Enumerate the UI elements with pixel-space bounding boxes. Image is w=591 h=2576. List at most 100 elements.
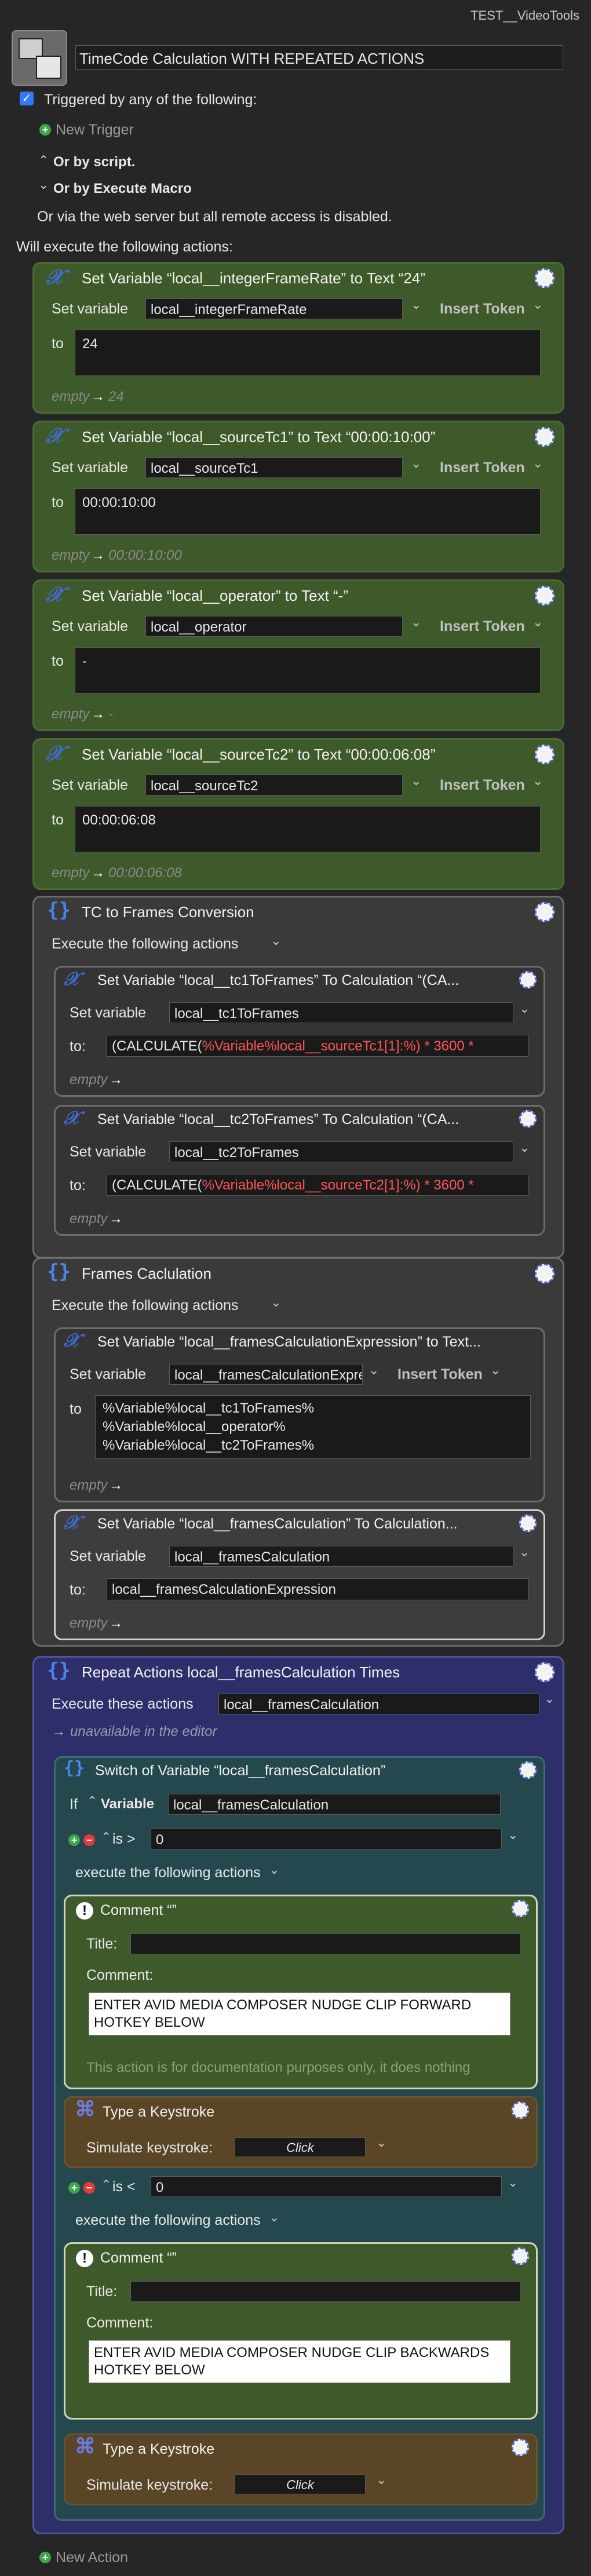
- chevron-down-icon[interactable]: ⌄: [532, 297, 543, 312]
- chevron-down-icon[interactable]: ⌄: [376, 2135, 386, 2150]
- chevron-down-icon[interactable]: ⌄: [411, 297, 421, 312]
- chevron-down-icon[interactable]: ⌄: [490, 1363, 501, 1378]
- insert-token-button[interactable]: Insert Token: [397, 1366, 483, 1383]
- new-action-button[interactable]: New Action: [56, 2549, 128, 2566]
- comment-title-field[interactable]: [130, 2281, 521, 2302]
- add-case-icon[interactable]: +: [68, 2182, 80, 2194]
- chevron-down-icon[interactable]: ⌄: [519, 1545, 530, 1560]
- action-set-variable-4[interactable]: 𝒳 Set Variable “local__sourceTc2” to Tex…: [32, 738, 564, 890]
- calculation-field[interactable]: (CALCULATE(%Variable%local__sourceTc1[1]…: [107, 1035, 528, 1057]
- group-tc-to-frames[interactable]: {} TC to Frames Conversion Execute the f…: [32, 896, 564, 1258]
- case-operator[interactable]: is >: [112, 1831, 136, 1848]
- comment-action-2[interactable]: ! Comment “” Title: Comment: ENTER AVID …: [64, 2242, 538, 2420]
- chevron-down-icon[interactable]: ⌄: [269, 1862, 279, 1877]
- group-frames-calculation[interactable]: {} Frames Caclulation Execute the follow…: [32, 1257, 564, 1647]
- gear-icon[interactable]: [519, 1761, 537, 1779]
- variable-name-field[interactable]: local__framesCalculationExpre: [169, 1364, 363, 1385]
- action-set-variable-3[interactable]: 𝒳 Set Variable “local__operator” to Text…: [32, 579, 564, 731]
- gear-icon[interactable]: [535, 902, 554, 922]
- chevron-down-icon[interactable]: ⌄: [271, 933, 281, 948]
- chevron-down-icon[interactable]: ⌄: [508, 1827, 518, 1842]
- comment-title-field[interactable]: [130, 1933, 521, 1954]
- variable-name-field[interactable]: local__tc2ToFrames: [169, 1141, 513, 1162]
- calculation-field[interactable]: (CALCULATE(%Variable%local__sourceTc2[1]…: [107, 1174, 528, 1196]
- case-value-field[interactable]: 0: [151, 2176, 502, 2197]
- macro-name-field[interactable]: TimeCode Calculation WITH REPEATED ACTIO…: [75, 45, 563, 70]
- action-frames-expression[interactable]: 𝒳 Set Variable “local__framesCalculation…: [54, 1327, 545, 1502]
- or-by-script[interactable]: Or by script.: [53, 154, 135, 170]
- chevron-down-icon[interactable]: ⌄: [269, 2210, 279, 2225]
- case-value-field[interactable]: 0: [151, 1829, 502, 1849]
- action-set-variable-2[interactable]: 𝒳 Set Variable “local__sourceTc1” to Tex…: [32, 421, 564, 572]
- chevron-down-icon[interactable]: ⌄: [508, 2175, 518, 2190]
- chevron-down-icon[interactable]: ⌄: [532, 773, 543, 789]
- repeat-count-field[interactable]: local__framesCalculation: [218, 1694, 539, 1714]
- gear-icon[interactable]: [535, 745, 554, 764]
- text-value-field[interactable]: -: [75, 647, 541, 694]
- variable-name-field[interactable]: local__operator: [145, 616, 403, 637]
- comment-action-1[interactable]: ! Comment “” Title: Comment: ENTER AVID …: [64, 1895, 538, 2089]
- gear-icon[interactable]: [512, 2101, 529, 2119]
- switch-action[interactable]: {} Switch of Variable “local__framesCalc…: [54, 1756, 545, 2521]
- insert-token-button[interactable]: Insert Token: [440, 618, 525, 635]
- trigger-checkbox[interactable]: ✓: [20, 92, 34, 105]
- action-tc1-to-frames[interactable]: 𝒳 Set Variable “local__tc1ToFrames” To C…: [54, 966, 545, 1097]
- gear-icon[interactable]: [519, 1110, 537, 1128]
- new-trigger-button[interactable]: New Trigger: [56, 122, 134, 138]
- gear-icon[interactable]: [535, 1264, 554, 1283]
- chevron-down-icon[interactable]: ⌄: [544, 1691, 554, 1706]
- action-set-variable-1[interactable]: 𝒳 Set Variable “local__integerFrameRate”…: [32, 262, 564, 414]
- chevron-down-icon[interactable]: ⌄: [369, 1363, 379, 1378]
- text-value-field[interactable]: 24: [75, 330, 541, 376]
- repeat-actions[interactable]: {} Repeat Actions local__framesCalculati…: [32, 1656, 564, 2534]
- gear-icon[interactable]: [519, 1515, 537, 1532]
- keystroke-field[interactable]: Click: [235, 2475, 366, 2494]
- text-value-field[interactable]: 00:00:10:00: [75, 488, 541, 535]
- insert-token-button[interactable]: Insert Token: [440, 301, 525, 318]
- remove-case-icon[interactable]: −: [83, 2182, 95, 2194]
- chevron-down-icon[interactable]: ⌄: [411, 773, 421, 789]
- text-value-field[interactable]: %Variable%local__tc1ToFrames% %Variable%…: [95, 1395, 531, 1459]
- add-case-icon[interactable]: +: [68, 1834, 80, 1846]
- action-frames-calculation[interactable]: 𝒳 Set Variable “local__framesCalculation…: [54, 1509, 545, 1640]
- chevron-down-icon[interactable]: ⌄: [411, 615, 421, 630]
- action-tc2-to-frames[interactable]: 𝒳 Set Variable “local__tc2ToFrames” To C…: [54, 1105, 545, 1236]
- chevron-updown-icon[interactable]: ⌃: [87, 1794, 97, 1809]
- chevron-down-icon[interactable]: ⌄: [376, 2472, 386, 2487]
- insert-token-button[interactable]: Insert Token: [440, 777, 525, 794]
- gear-icon[interactable]: [535, 268, 554, 288]
- gear-icon[interactable]: [535, 586, 554, 605]
- chevron-down-icon[interactable]: ⌄: [519, 1140, 530, 1155]
- comment-text-field[interactable]: ENTER AVID MEDIA COMPOSER NUDGE CLIP BAC…: [89, 2340, 510, 2383]
- text-value-field[interactable]: 00:00:06:08: [75, 806, 541, 852]
- variable-name-field[interactable]: local__sourceTc1: [145, 457, 403, 478]
- variable-name-field[interactable]: local__integerFrameRate: [145, 298, 403, 319]
- insert-token-button[interactable]: Insert Token: [440, 459, 525, 476]
- new-trigger-icon[interactable]: +: [39, 124, 51, 136]
- variable-name-field[interactable]: local__framesCalculation: [169, 1546, 513, 1567]
- chevron-updown-icon[interactable]: ⌃: [101, 1830, 111, 1845]
- switch-variable-field[interactable]: local__framesCalculation: [168, 1794, 501, 1815]
- variable-label[interactable]: Variable: [101, 1796, 154, 1812]
- comment-text-field[interactable]: ENTER AVID MEDIA COMPOSER NUDGE CLIP FOR…: [89, 1993, 510, 2035]
- chevron-down-icon[interactable]: ⌄: [532, 456, 543, 471]
- gear-icon[interactable]: [512, 1900, 529, 1917]
- remove-case-icon[interactable]: −: [83, 1834, 95, 1846]
- gear-icon[interactable]: [535, 1662, 554, 1682]
- variable-name-field[interactable]: local__sourceTc2: [145, 775, 403, 796]
- variable-name-field[interactable]: local__tc1ToFrames: [169, 1002, 513, 1023]
- keystroke-action-1[interactable]: ⌘ Type a Keystroke Simulate keystroke: C…: [64, 2096, 538, 2168]
- or-by-execute-macro[interactable]: Or by Execute Macro: [53, 181, 192, 197]
- chevron-down-icon[interactable]: ⌄: [411, 456, 421, 471]
- gear-icon[interactable]: [535, 427, 554, 447]
- gear-icon[interactable]: [512, 2247, 529, 2265]
- chevron-down-icon[interactable]: ⌄: [519, 1001, 530, 1016]
- chevron-down-icon[interactable]: ⌄: [271, 1295, 281, 1310]
- chevron-down-icon[interactable]: ⌄: [532, 615, 543, 630]
- macro-icon[interactable]: [12, 30, 67, 86]
- keystroke-action-2[interactable]: ⌘ Type a Keystroke Simulate keystroke: C…: [64, 2433, 538, 2505]
- gear-icon[interactable]: [512, 2439, 529, 2456]
- keystroke-field[interactable]: Click: [235, 2137, 366, 2157]
- chevron-updown-icon[interactable]: ⌃: [101, 2177, 111, 2192]
- case-operator[interactable]: is <: [112, 2179, 136, 2195]
